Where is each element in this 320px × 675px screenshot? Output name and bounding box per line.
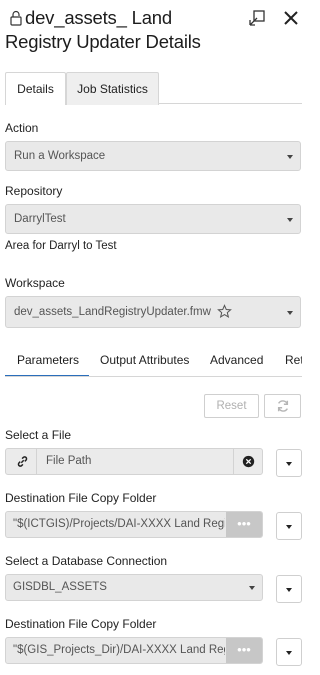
dest-folder-1-dropdown-button[interactable]	[276, 512, 302, 540]
browse-button[interactable]: •••	[226, 512, 262, 537]
dest-folder-1-value: "$(ICTGIS)/Projects/DAI-XXXX Land Regis	[13, 518, 225, 530]
dest-folder-2-field[interactable]: "$(GIS_Projects_Dir)/DAI-XXXX Land Reg •…	[5, 637, 263, 664]
chevron-down-icon	[286, 588, 292, 592]
refresh-button[interactable]	[264, 394, 301, 418]
repository-description: Area for Darryl to Test	[5, 240, 117, 252]
browse-button[interactable]: •••	[226, 638, 262, 663]
repository-select[interactable]: DarrylTest	[5, 204, 301, 234]
tab-details[interactable]: Details	[5, 72, 66, 105]
tab-parameters[interactable]: Parameters	[17, 353, 79, 367]
chevron-down-icon	[287, 155, 293, 159]
repository-value: DarrylTest	[14, 213, 66, 225]
dest-folder-1-label: Destination File Copy Folder	[5, 491, 157, 505]
chevron-down-icon	[287, 311, 293, 315]
select-file-label: Select a File	[5, 428, 72, 442]
chevron-down-icon	[286, 525, 292, 529]
link-icon[interactable]	[16, 455, 29, 468]
active-tab-indicator	[5, 375, 89, 376]
page-title: dev_assets_ Land Registry Updater Detail…	[5, 6, 245, 54]
select-file-dropdown-button[interactable]	[276, 449, 302, 477]
top-tab-bar: Details Job Statistics	[5, 72, 302, 105]
divider	[233, 449, 234, 474]
workspace-select[interactable]: dev_assets_LandRegistryUpdater.fmw	[5, 296, 301, 328]
refresh-icon	[277, 400, 288, 412]
db-connection-value: GISDBL_ASSETS	[13, 581, 107, 593]
title-line1: dev_assets_ Land	[25, 7, 172, 28]
action-label: Action	[5, 121, 39, 135]
db-connection-label: Select a Database Connection	[5, 554, 168, 568]
tab-advanced[interactable]: Advanced	[210, 353, 263, 367]
popout-icon[interactable]	[247, 8, 267, 28]
db-connection-select[interactable]: GISDBL_ASSETS	[5, 574, 263, 601]
file-path-placeholder: File Path	[46, 455, 92, 467]
workspace-label: Workspace	[5, 276, 65, 290]
action-select[interactable]: Run a Workspace	[5, 141, 301, 171]
tab-output-attributes[interactable]: Output Attributes	[100, 353, 189, 367]
action-value: Run a Workspace	[14, 150, 106, 162]
chevron-down-icon	[249, 586, 255, 590]
chevron-down-icon	[286, 651, 292, 655]
sub-tab-bar: Parameters Output Attributes Advanced Re…	[5, 348, 302, 377]
db-connection-dropdown-button[interactable]	[276, 575, 302, 603]
divider	[36, 449, 37, 474]
close-icon[interactable]	[281, 8, 301, 28]
dest-folder-2-dropdown-button[interactable]	[276, 638, 302, 666]
tab-ret[interactable]: Ret	[285, 353, 302, 367]
reset-button[interactable]: Reset	[204, 394, 259, 418]
clear-icon[interactable]	[242, 455, 255, 468]
chevron-down-icon	[286, 462, 292, 466]
title-line2: Registry Updater Details	[5, 31, 201, 52]
dest-folder-2-value: "$(GIS_Projects_Dir)/DAI-XXXX Land Reg	[13, 644, 225, 656]
dest-folder-2-label: Destination File Copy Folder	[5, 617, 157, 631]
repository-label: Repository	[5, 184, 63, 198]
dest-folder-1-field[interactable]: "$(ICTGIS)/Projects/DAI-XXXX Land Regis …	[5, 511, 263, 538]
tab-job-statistics[interactable]: Job Statistics	[66, 72, 159, 105]
star-icon[interactable]	[217, 304, 232, 319]
chevron-down-icon	[287, 218, 293, 222]
workspace-value: dev_assets_LandRegistryUpdater.fmw	[14, 306, 211, 318]
file-path-field[interactable]: File Path	[5, 448, 263, 475]
